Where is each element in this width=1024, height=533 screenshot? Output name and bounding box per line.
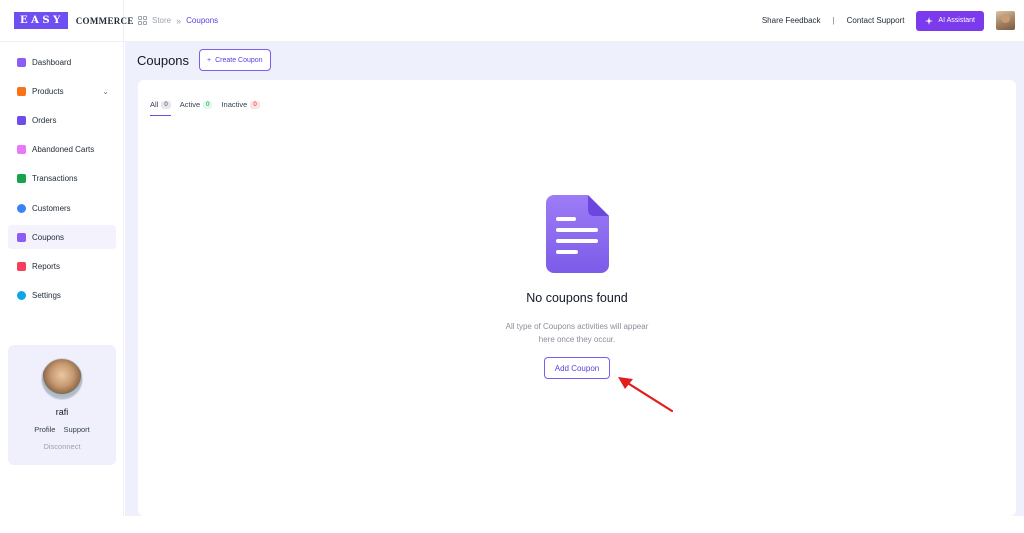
sidebar-item-label: Transactions [32,173,78,183]
breadcrumb-store[interactable]: Store [152,16,171,25]
tab-label: Active [179,100,201,109]
sidebar-item-customers[interactable]: Customers [8,196,116,220]
store-grid-icon [138,16,147,25]
document-icon [546,195,609,273]
profile-card: rafi Profile Support Disconnect [8,345,116,465]
products-icon [17,86,26,96]
ai-assistant-label: AI Assistant [938,17,975,24]
sidebar-item-coupons[interactable]: Coupons [8,225,116,249]
empty-state-title: No coupons found [526,291,628,305]
sidebar-item-settings[interactable]: Settings [8,283,116,307]
sidebar-item-orders[interactable]: Orders [8,108,116,132]
sidebar-item-dashboard[interactable]: Dashboard [8,50,116,74]
coupons-card: All 0 Active 0 Inactive 0 No coupons fou… [138,80,1016,516]
top-bar: EASY COMMERCE Store » Coupons Share Feed… [0,0,1024,42]
profile-avatar[interactable] [41,358,83,400]
tab-count-badge: 0 [250,100,260,109]
annotation-arrow-icon [618,377,674,413]
main-content: Coupons + Create Coupon All 0 Active 0 I… [125,42,1024,516]
top-divider: | [832,16,835,25]
orders-icon [17,115,26,125]
reports-icon [17,261,26,271]
sidebar-item-transactions[interactable]: Transactions [8,166,116,190]
tab-count-badge: 0 [203,100,213,109]
support-link[interactable]: Support [63,425,89,434]
brand-logo-text: COMMERCE [75,15,134,26]
contact-support-link[interactable]: Contact Support [847,16,905,25]
cart-icon [17,144,26,154]
plus-icon: + [207,56,212,64]
chevron-down-icon[interactable]: ⌄ [102,87,109,96]
coupons-icon [17,232,26,242]
share-feedback-link[interactable]: Share Feedback [762,16,821,25]
create-coupon-button[interactable]: + Create Coupon [199,49,271,71]
sidebar-item-label: Dashboard [32,57,72,67]
page-title: Coupons [137,53,190,68]
settings-icon [17,290,26,300]
sidebar-item-label: Reports [32,261,61,271]
sidebar-item-label: Settings [32,290,61,300]
sidebar-item-products[interactable]: Products ⌄ [8,79,116,103]
tab-label: Inactive [221,100,248,109]
sparkle-icon [925,16,934,25]
sidebar-item-abandoned-carts[interactable]: Abandoned Carts [8,137,116,161]
breadcrumb-separator: » [176,15,182,26]
ai-assistant-button[interactable]: AI Assistant [916,10,984,31]
user-avatar[interactable] [996,11,1015,30]
add-coupon-button[interactable]: Add Coupon [544,357,610,379]
tab-all[interactable]: All 0 [150,97,171,116]
top-actions: Share Feedback | Contact Support AI Assi… [762,10,1024,31]
transactions-icon [17,173,26,183]
profile-links: Profile Support [8,425,116,434]
breadcrumb-current: Coupons [186,16,219,25]
tab-count-badge: 0 [161,100,171,109]
empty-state-description: All type of Coupons activities will appe… [505,322,649,344]
customers-icon [17,203,26,213]
sidebar-item-label: Orders [32,115,57,125]
sidebar-item-label: Abandoned Carts [32,144,95,154]
dashboard-icon [17,57,26,67]
app-page: EASY COMMERCE Store » Coupons Share Feed… [0,0,1024,533]
brand-logo[interactable]: EASY COMMERCE [0,0,133,42]
sidebar-item-reports[interactable]: Reports [8,254,116,278]
tab-active[interactable]: Active 0 [180,97,213,112]
sidebar: Dashboard Products ⌄ Orders Abandoned Ca… [0,42,124,516]
brand-logo-mark: EASY [14,12,68,29]
sidebar-item-label: Coupons [32,232,65,242]
tab-inactive[interactable]: Inactive 0 [221,97,260,112]
coupon-tabs: All 0 Active 0 Inactive 0 [150,97,260,116]
profile-link[interactable]: Profile [34,425,55,434]
breadcrumb: Store » Coupons [138,16,218,26]
sidebar-item-label: Products [32,86,64,96]
tab-label: All [150,100,159,109]
disconnect-link[interactable]: Disconnect [8,442,116,451]
profile-name: rafi [55,407,69,417]
create-coupon-label: Create Coupon [215,56,263,64]
sidebar-item-label: Customers [32,203,71,213]
